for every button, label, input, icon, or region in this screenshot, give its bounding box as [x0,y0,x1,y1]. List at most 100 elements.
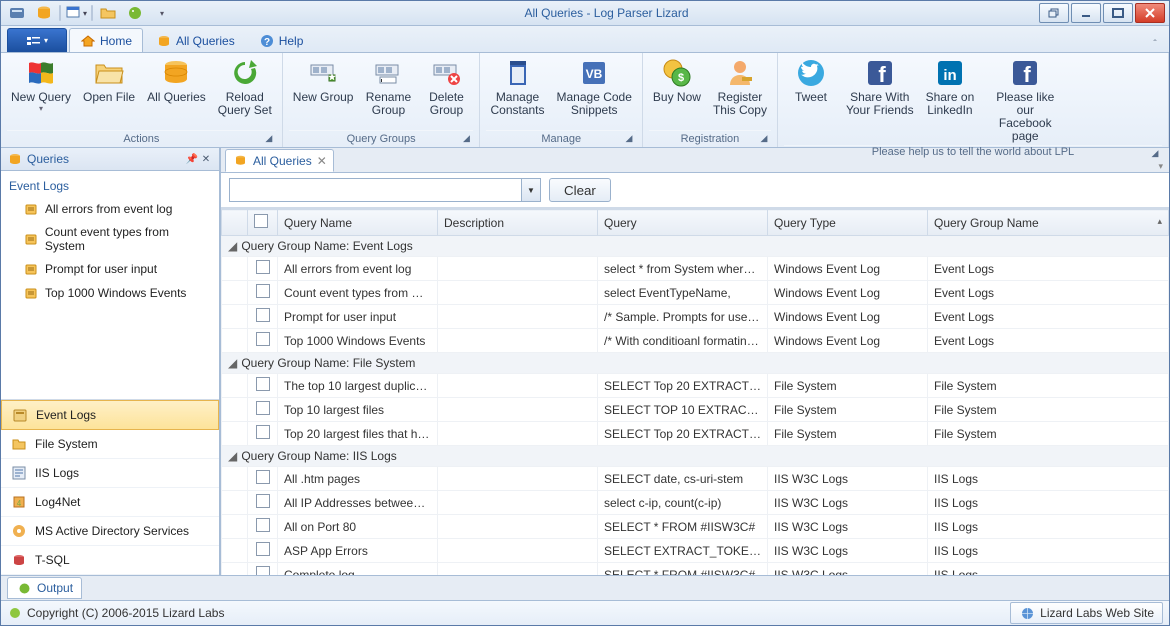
table-row[interactable]: Top 10 largest filesSELECT TOP 10 EXTRAC… [222,398,1169,422]
nav-item[interactable]: File System [1,430,219,459]
new-group-button[interactable]: ★ New Group [289,55,358,106]
col-query-group-name[interactable]: Query Group Name [928,210,1169,236]
delete-group-button[interactable]: Delete Group [419,55,473,119]
manage-code-snippets-button[interactable]: V​B Manage Code Snippets [553,55,636,119]
collapse-icon[interactable]: ◢ [228,449,238,463]
dialog-launcher-manage[interactable]: ◢ [622,131,636,145]
nav-item[interactable]: MS Active Directory Services [1,517,219,546]
filter-input[interactable] [230,179,521,201]
filter-combo[interactable]: ▼ [229,178,541,202]
col-query-type[interactable]: Query Type [768,210,928,236]
app-icon[interactable] [5,3,29,23]
row-checkbox[interactable] [256,470,270,484]
tree-item[interactable]: Count event types from System [1,221,219,257]
queries-icon[interactable] [32,3,56,23]
row-checkbox[interactable] [256,308,270,322]
row-checkbox[interactable] [256,377,270,391]
clear-button[interactable]: Clear [549,178,611,202]
row-checkbox[interactable] [256,566,270,575]
row-checkbox[interactable] [256,260,270,274]
table-row[interactable]: Prompt for user input/* Sample. Prompts … [222,305,1169,329]
header-checkbox[interactable] [254,214,268,228]
file-tab[interactable]: ▾ [7,28,67,52]
table-row[interactable]: Top 1000 Windows Events/* With conditioa… [222,329,1169,353]
table-row[interactable]: All .htm pagesSELECT date, cs-uri-stemII… [222,467,1169,491]
collapse-icon[interactable]: ◢ [228,239,238,253]
collapse-icon[interactable]: ◢ [228,356,238,370]
output-tab[interactable]: Output [7,577,82,599]
lizard-icon[interactable] [123,3,147,23]
pin-icon[interactable]: 📌 [185,152,199,166]
website-link[interactable]: Lizard Labs Web Site [1010,602,1163,624]
row-checkbox[interactable] [256,284,270,298]
doc-tab-all-queries[interactable]: All Queries ✕ [225,149,334,172]
register-button[interactable]: Register This Copy [709,55,771,119]
row-checkbox[interactable] [256,518,270,532]
close-tab-icon[interactable]: ✕ [317,154,327,168]
ribbon-collapse-button[interactable]: ˆ [1147,36,1163,52]
share-friends-button[interactable]: f Share With Your Friends [842,55,918,119]
row-checkbox[interactable] [256,494,270,508]
tab-help[interactable]: ? Help [248,28,315,52]
tab-home[interactable]: Home [69,28,143,52]
row-checkbox[interactable] [256,425,270,439]
tree-item[interactable]: Prompt for user input [1,257,219,281]
group-row[interactable]: ◢ Query Group Name: IIS Logs [222,446,1169,467]
window-minimize-button[interactable] [1071,3,1101,23]
window-maximize-button[interactable] [1103,3,1133,23]
query-grid[interactable]: Query Name Description Query Query Type … [221,208,1169,575]
cell-group: File System [928,374,1169,398]
tree-item[interactable]: All errors from event log [1,197,219,221]
buy-now-button[interactable]: $ Buy Now [649,55,705,106]
table-row[interactable]: Count event types from Systemselect Even… [222,281,1169,305]
window-close-button[interactable] [1135,3,1165,23]
tree-item[interactable]: Top 1000 Windows Events [1,281,219,305]
table-row[interactable]: All errors from event logselect * from S… [222,257,1169,281]
nav-item[interactable]: Event Logs [1,400,219,430]
doc-tabs-menu[interactable]: ▾ [1152,161,1169,172]
close-panel-icon[interactable]: ✕ [199,152,213,166]
manage-constants-button[interactable]: Manage Constants [486,55,548,119]
tree-item-label: Count event types from System [45,225,211,253]
reload-query-set-button[interactable]: Reload Query Set [214,55,276,119]
window-list-button[interactable]: ▾ [64,3,88,23]
table-row[interactable]: All IP Addresses between 192...select c-… [222,491,1169,515]
nav-item[interactable]: IIS Logs [1,459,219,488]
dropdown-icon[interactable]: ▼ [521,179,540,201]
qat-customize[interactable]: ▾ [150,3,174,23]
tab-all-queries[interactable]: All Queries [145,28,246,52]
window-restore-down-button[interactable] [1039,3,1069,23]
col-query[interactable]: Query [598,210,768,236]
table-row[interactable]: The top 10 largest duplicate filesSELECT… [222,374,1169,398]
dialog-launcher-query-groups[interactable]: ◢ [459,131,473,145]
table-row[interactable]: All on Port 80SELECT * FROM #IISW3C#IIS … [222,515,1169,539]
folder-icon[interactable] [96,3,120,23]
group-row[interactable]: ◢ Query Group Name: File System [222,353,1169,374]
ribbon-group-actions: New Query ▾ Open File All Queries Reload… [1,53,283,147]
row-checkbox[interactable] [256,401,270,415]
group-row[interactable]: ◢ Query Group Name: Event Logs [222,236,1169,257]
new-query-button[interactable]: New Query ▾ [7,55,75,115]
table-row[interactable]: ASP App ErrorsSELECT EXTRACT_TOKEN(Ful..… [222,539,1169,563]
nav-item[interactable]: T-SQL [1,546,219,575]
nav-item[interactable]: 4Log4Net [1,488,219,517]
dialog-launcher-tell-world[interactable]: ◢ [1148,146,1162,160]
dialog-launcher-actions[interactable]: ◢ [262,131,276,145]
tweet-button[interactable]: Tweet [784,55,838,106]
col-description[interactable]: Description [438,210,598,236]
db-small-icon [7,151,23,167]
row-checkbox[interactable] [256,542,270,556]
col-expand[interactable] [222,210,248,236]
like-facebook-button[interactable]: f Please like our Facebook page [982,55,1068,145]
tree-group-header[interactable]: Event Logs [1,175,219,197]
col-query-name[interactable]: Query Name [278,210,438,236]
all-queries-button[interactable]: All Queries [143,55,210,106]
table-row[interactable]: Complete logSELECT * FROM #IISW3C#IIS W3… [222,563,1169,576]
open-file-button[interactable]: Open File [79,55,139,106]
rename-group-button[interactable]: Rename Group [361,55,415,119]
col-check[interactable] [248,210,278,236]
row-checkbox[interactable] [256,332,270,346]
table-row[interactable]: Top 20 largest files that have ...SELECT… [222,422,1169,446]
dialog-launcher-registration[interactable]: ◢ [757,131,771,145]
share-linkedin-button[interactable]: in Share on LinkedIn [922,55,979,119]
